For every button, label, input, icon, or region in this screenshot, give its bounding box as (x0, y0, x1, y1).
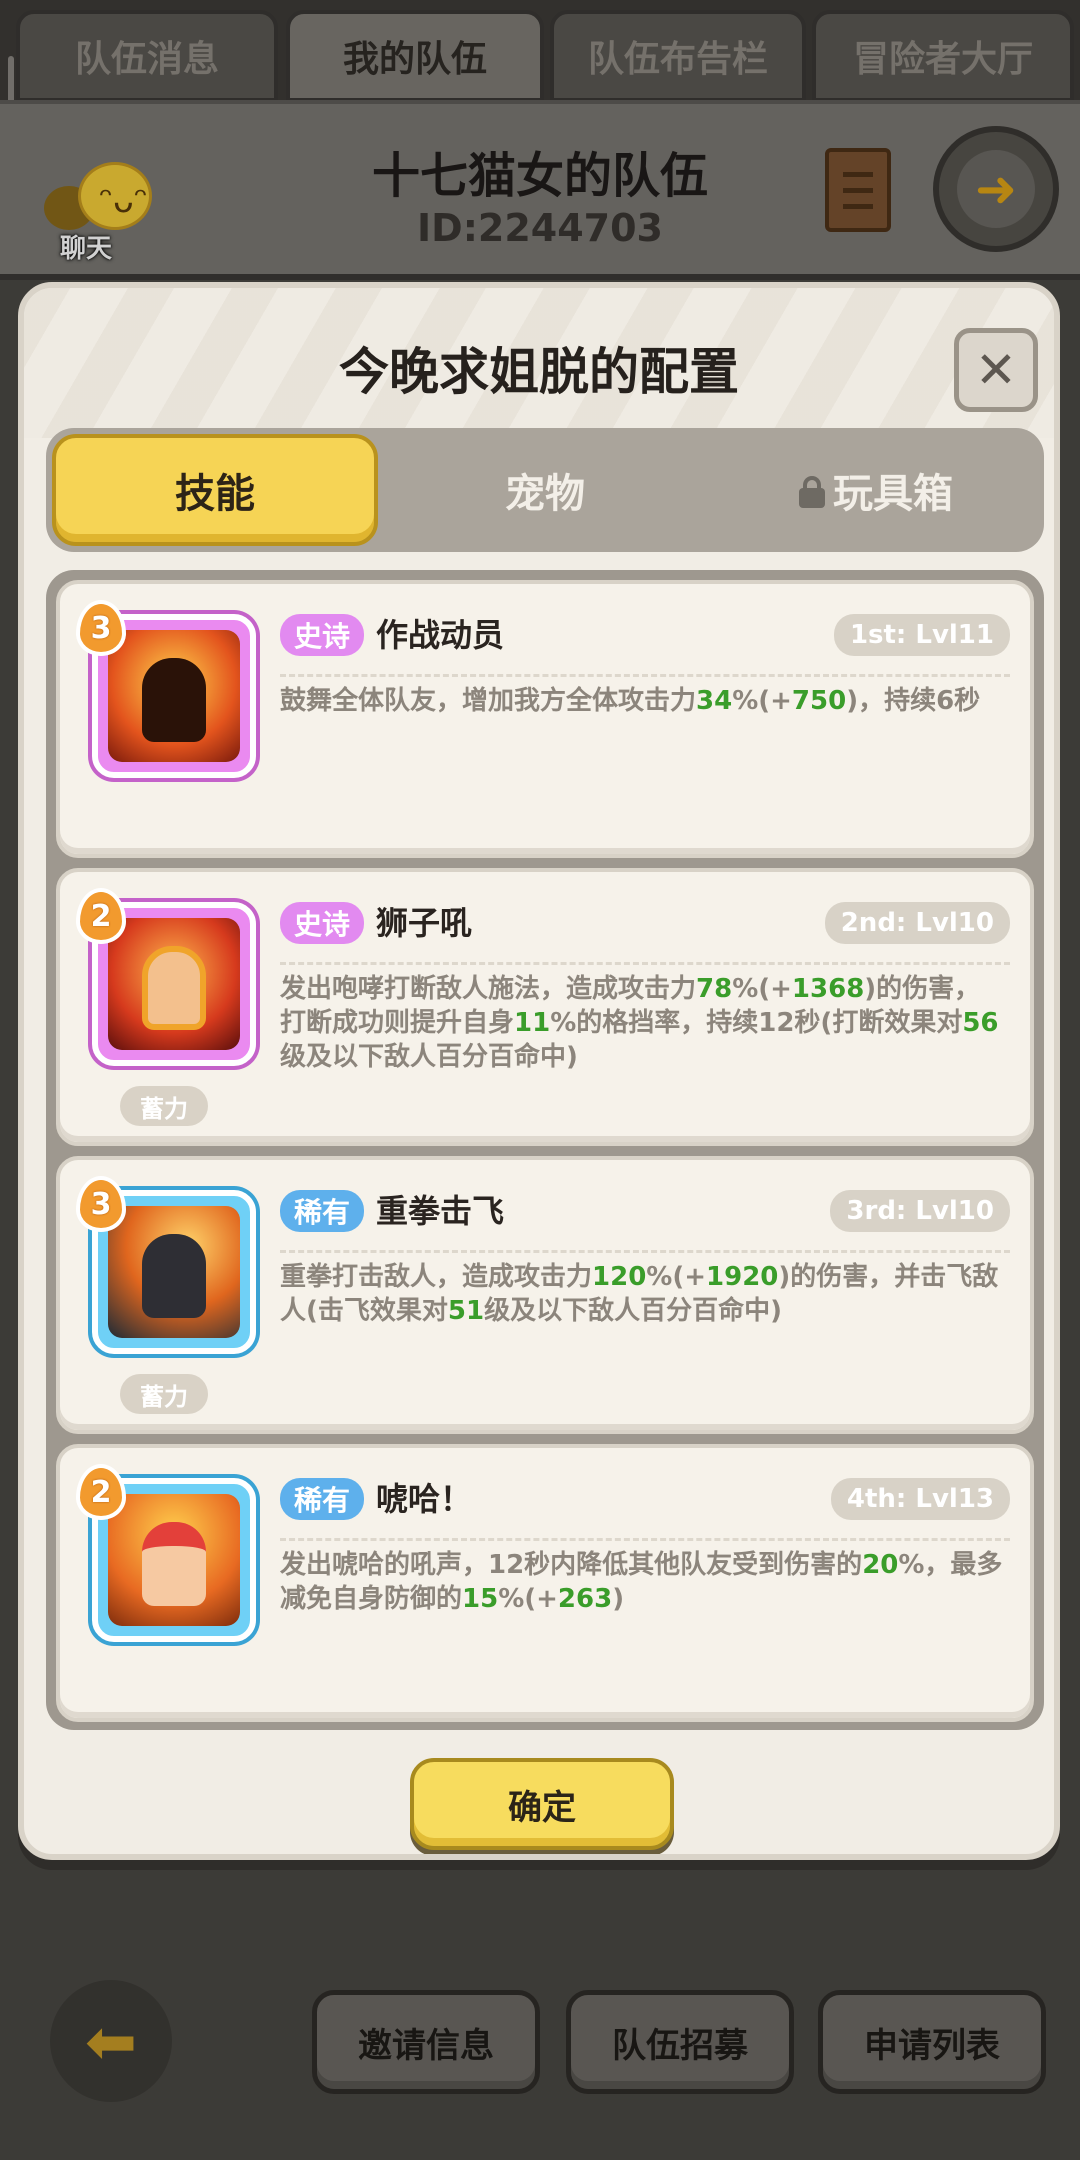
skill-description: 鼓舞全体队友，增加我方全体攻击力34%(+750)，持续6秒 (280, 684, 1004, 718)
skill-level-badge: 3 (76, 600, 126, 656)
value-highlight: 1920 (706, 1262, 779, 1292)
skill-slot-tag: 4th: Lvl13 (830, 1478, 1010, 1520)
lock-icon (797, 476, 827, 508)
value-highlight: 78 (696, 974, 733, 1004)
config-tab-bar: 技能 宠物 玩具箱 (46, 428, 1044, 552)
value-highlight: 1368 (791, 974, 865, 1004)
tab-toybox-label: 玩具箱 (833, 471, 953, 517)
skill-name: 唬哈！ (376, 1480, 473, 1518)
skill-list[interactable]: 3 史诗 作战动员 1st: Lvl11 鼓舞全体队友，增加我方全体攻击力34%… (46, 570, 1044, 1730)
rarity-tag: 稀有 (280, 1190, 365, 1232)
skill-card[interactable]: 3 史诗 作战动员 1st: Lvl11 鼓舞全体队友，增加我方全体攻击力34%… (56, 580, 1034, 858)
lion-roar-skill-icon (108, 918, 240, 1050)
skill-slot-tag: 1st: Lvl11 (833, 614, 1010, 656)
charge-tag: 蓄力 (120, 1086, 208, 1126)
desc-text: 级及以下敌人百分百命中) (484, 1296, 782, 1326)
desc-text: 重拳打击敌人，造成攻击力 (280, 1262, 593, 1292)
skill-description: 重拳打击敌人，造成攻击力120%(+1920)的伤害，并击飞敌人(击飞效果对51… (280, 1260, 1004, 1328)
charge-tag: 蓄力 (120, 1374, 208, 1414)
desc-text: )，持续6秒 (846, 686, 981, 716)
value-highlight: 750 (791, 686, 847, 716)
divider (280, 674, 1010, 677)
skill-card[interactable]: 3 蓄力 稀有 重拳击飞 3rd: Lvl10 重拳打击敌人，造成攻击力120%… (56, 1156, 1034, 1434)
desc-text: 发出唬哈的吼声，12秒内降低其他队友受到伤害的 (280, 1550, 863, 1580)
skill-description: 发出咆哮打断敌人施法，造成攻击力78%(+1368)的伤害，打断成功则提升自身1… (280, 972, 1004, 1074)
close-icon: ✕ (975, 341, 1017, 399)
value-highlight: 15 (462, 1584, 499, 1614)
skill-level-badge: 2 (76, 1464, 126, 1520)
skill-level-badge: 3 (76, 1176, 126, 1232)
desc-text: 级及以下敌人百分百命中) (280, 1042, 578, 1072)
desc-text: 发出咆哮打断敌人施法，造成攻击力 (280, 974, 697, 1004)
rarity-tag: 史诗 (280, 902, 365, 944)
divider (280, 962, 1010, 965)
war-cry-skill-icon (108, 1494, 240, 1626)
skill-card[interactable]: 2 蓄力 史诗 狮子吼 2nd: Lvl10 发出咆哮打断敌人施法，造成攻击力7… (56, 868, 1034, 1146)
desc-text: %(+ (732, 686, 792, 716)
skill-name: 作战动员 (376, 616, 505, 654)
modal-title: 今晚求姐脱的配置 (339, 343, 739, 401)
value-highlight: 120 (592, 1262, 647, 1292)
skill-slot-tag: 2nd: Lvl10 (824, 902, 1010, 944)
skill-level-badge: 2 (76, 888, 126, 944)
confirm-button[interactable]: 确定 (410, 1758, 674, 1850)
desc-text: 鼓舞全体队友，增加我方全体攻击力 (280, 686, 697, 716)
rarity-tag: 史诗 (280, 614, 365, 656)
skill-name: 重拳击飞 (376, 1192, 505, 1230)
rarity-tag: 稀有 (280, 1478, 365, 1520)
tab-pets[interactable]: 宠物 (382, 434, 708, 546)
config-modal: 今晚求姐脱的配置 ✕ 技能 宠物 玩具箱 3 史诗 作战动员 1st: Lvl1… (18, 282, 1060, 1860)
heavy-punch-skill-icon (108, 1206, 240, 1338)
skill-slot-tag: 3rd: Lvl10 (830, 1190, 1010, 1232)
battle-rally-skill-icon (108, 630, 240, 762)
close-button[interactable]: ✕ (954, 328, 1038, 412)
value-highlight: 263 (557, 1584, 613, 1614)
divider (280, 1250, 1010, 1253)
value-highlight: 20 (862, 1550, 899, 1580)
skill-card[interactable]: 2 稀有 唬哈！ 4th: Lvl13 发出唬哈的吼声，12秒内降低其他队友受到… (56, 1444, 1034, 1722)
skill-name: 狮子吼 (376, 904, 473, 942)
desc-text: ) (612, 1584, 625, 1614)
tab-toybox[interactable]: 玩具箱 (712, 434, 1038, 546)
value-highlight: 11 (514, 1008, 551, 1038)
value-highlight: 51 (447, 1296, 485, 1326)
tab-skills[interactable]: 技能 (52, 434, 378, 546)
value-highlight: 34 (696, 686, 733, 716)
divider (280, 1538, 1010, 1541)
skill-description: 发出唬哈的吼声，12秒内降低其他队友受到伤害的20%，最多减免自身防御的15%(… (280, 1548, 1004, 1616)
desc-text: %(+ (498, 1584, 558, 1614)
desc-text: %(+ (646, 1262, 707, 1292)
value-highlight: 56 (962, 1008, 999, 1038)
desc-text: %(+ (732, 974, 792, 1004)
desc-text: %的格挡率，持续12秒(打断效果对 (550, 1008, 963, 1038)
